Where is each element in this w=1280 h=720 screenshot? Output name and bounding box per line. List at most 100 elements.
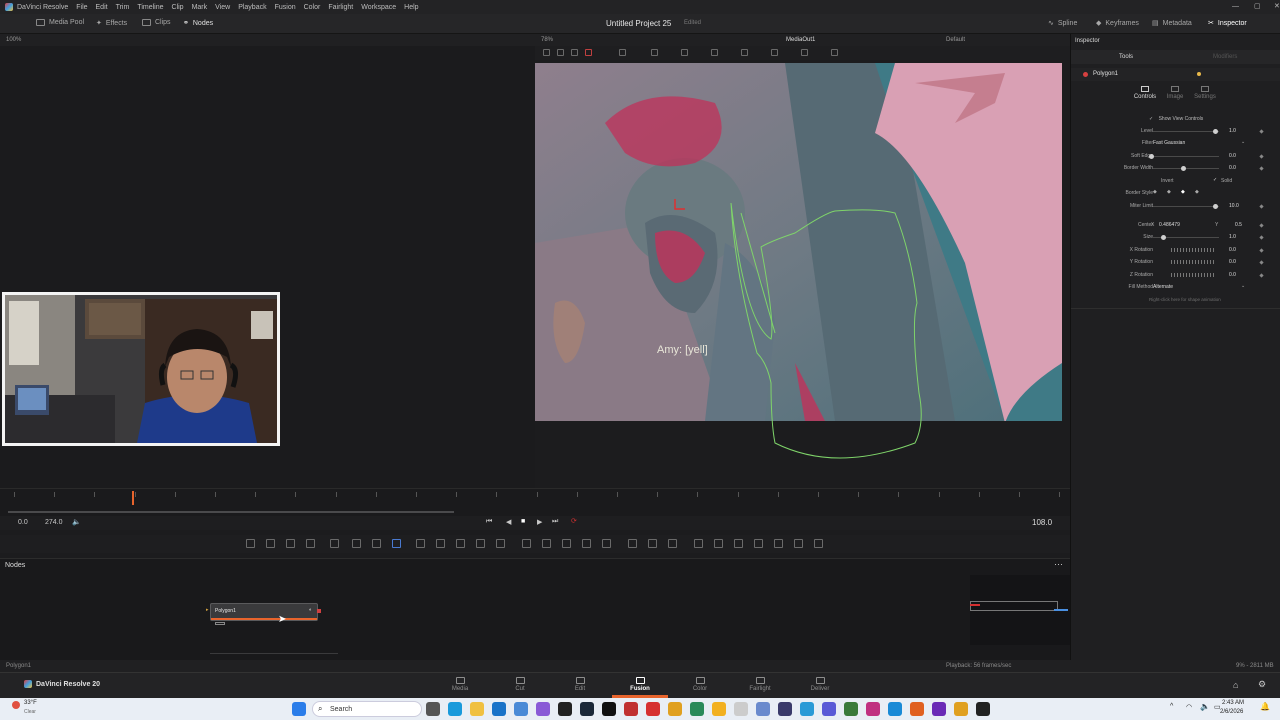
fill-method-select[interactable]: Alternate	[1153, 284, 1173, 290]
y-rotation-keyframe-icon[interactable]	[1259, 260, 1264, 265]
soft-edge-keyframe-icon[interactable]	[1259, 154, 1264, 159]
window-close-icon[interactable]: ✕	[1274, 2, 1280, 10]
image-plane-icon[interactable]	[714, 539, 723, 548]
pointer-tool-icon[interactable]	[557, 49, 564, 56]
tab-modifiers[interactable]: Modifiers	[1213, 54, 1237, 60]
solid-checkbox[interactable]: Solid	[1221, 178, 1232, 184]
replace-material-icon[interactable]	[794, 539, 803, 548]
app-icon-17[interactable]	[800, 702, 814, 716]
border-width-value[interactable]: 0.0	[1229, 165, 1236, 171]
blur-icon[interactable]	[436, 539, 445, 548]
shape-3d-icon[interactable]	[372, 539, 381, 548]
particle-render-icon[interactable]	[352, 539, 361, 548]
app-icon-21[interactable]	[888, 702, 902, 716]
menu-trim[interactable]: Trim	[116, 4, 130, 11]
weather-temp[interactable]: 33°F	[24, 700, 37, 706]
spline-button[interactable]: ∿ Spline	[1048, 19, 1077, 28]
transform-icon[interactable]	[496, 539, 505, 548]
roto-assist-tool-icon[interactable]	[831, 49, 838, 56]
media-pool-button[interactable]: Media Pool	[36, 19, 84, 26]
color-corrector-icon[interactable]	[392, 539, 401, 548]
global-end-value[interactable]: 274.0	[45, 519, 63, 526]
soft-edge-slider-knob[interactable]	[1149, 154, 1154, 159]
center-y-value[interactable]: 0.5	[1235, 222, 1242, 228]
level-slider-knob[interactable]	[1213, 129, 1218, 134]
app-icon-20[interactable]	[866, 702, 880, 716]
page-cut[interactable]: Cut	[500, 677, 540, 692]
center-x-value[interactable]: 0.486479	[1159, 222, 1180, 228]
inspector-subtab-image[interactable]: Image	[1163, 86, 1187, 100]
notification-bell-icon[interactable]: 🔔	[1260, 702, 1270, 711]
miter-limit-value[interactable]: 10.0	[1229, 203, 1239, 209]
bspline-mask-icon[interactable]	[582, 539, 591, 548]
store-icon[interactable]	[492, 702, 506, 716]
filter-select[interactable]: Fast Gaussian	[1153, 140, 1185, 146]
windows-start-icon[interactable]	[292, 702, 306, 716]
border-style-round-icon[interactable]: ◆	[1153, 189, 1157, 195]
invert-checkbox[interactable]: Invert	[1161, 178, 1174, 184]
z-rotation-keyframe-icon[interactable]	[1259, 273, 1264, 278]
size-keyframe-icon[interactable]	[1259, 235, 1264, 240]
border-width-slider-knob[interactable]	[1181, 166, 1186, 171]
lock-points-tool-icon[interactable]	[741, 49, 748, 56]
border-style-extra-icon[interactable]: ◆	[1195, 189, 1199, 195]
rectangle-mask-icon[interactable]	[522, 539, 531, 548]
background-tool-icon[interactable]	[246, 539, 255, 548]
app-icon-24[interactable]	[954, 702, 968, 716]
menu-workspace[interactable]: Workspace	[361, 4, 396, 11]
keyframes-button[interactable]: ◆ Keyframes	[1096, 19, 1139, 28]
node-mask-input-icon[interactable]	[215, 622, 225, 625]
mail-icon[interactable]	[514, 702, 528, 716]
app-icon-16[interactable]	[778, 702, 792, 716]
time-ruler[interactable]	[0, 488, 1070, 516]
level-keyframe-icon[interactable]	[1259, 129, 1264, 134]
size-slider-knob[interactable]	[1161, 235, 1166, 240]
fill-method-chevron-icon[interactable]: ⌄	[1241, 283, 1245, 289]
left-viewer-zoom[interactable]: 100%	[6, 37, 21, 43]
node-view-toggle-icon[interactable]: ◐	[309, 607, 312, 613]
add-point-tool-icon[interactable]	[571, 49, 578, 56]
go-to-end-icon[interactable]: ⏭	[552, 518, 558, 526]
spot-light-icon[interactable]	[774, 539, 783, 548]
light-icon[interactable]	[734, 539, 743, 548]
check-icon[interactable]: ✓	[1213, 177, 1217, 183]
window-minimize-icon[interactable]: —	[1232, 3, 1239, 10]
polygon-mask-outline[interactable]	[535, 63, 1070, 483]
page-color[interactable]: Color	[680, 677, 720, 692]
playhead[interactable]	[132, 491, 134, 505]
brush-tool-icon[interactable]	[306, 539, 315, 548]
delete-point-tool-icon[interactable]	[711, 49, 718, 56]
node-header[interactable]: Polygon1	[1071, 68, 1280, 81]
app-icon-19[interactable]	[844, 702, 858, 716]
right-viewer-zoom[interactable]: 78%	[541, 37, 553, 43]
volume-icon[interactable]: 🔈	[1200, 702, 1210, 711]
inspector-button[interactable]: ✂ Inspector	[1208, 19, 1247, 28]
app-icon-13[interactable]	[712, 702, 726, 716]
linear-tool-icon[interactable]	[651, 49, 658, 56]
nodes-button[interactable]: ⚭ Nodes	[183, 19, 213, 28]
file-explorer-icon[interactable]	[470, 702, 484, 716]
steam-icon[interactable]	[580, 702, 594, 716]
polygon-mask-icon[interactable]	[562, 539, 571, 548]
play-icon[interactable]: ▶	[537, 518, 542, 526]
menu-edit[interactable]: Edit	[96, 4, 108, 11]
border-width-keyframe-icon[interactable]	[1259, 166, 1264, 171]
node-output-square-icon[interactable]	[317, 609, 321, 613]
effects-button[interactable]: ✦ Effects	[96, 19, 127, 28]
fog-icon[interactable]	[754, 539, 763, 548]
chrome-icon[interactable]	[668, 702, 682, 716]
smooth-tool-icon[interactable]	[619, 49, 626, 56]
planar-tracker-icon[interactable]	[628, 539, 637, 548]
clips-button[interactable]: Clips	[142, 19, 171, 26]
select-tool-icon[interactable]	[543, 49, 550, 56]
clock-time[interactable]: 2:43 AM	[1222, 700, 1244, 706]
menu-playback[interactable]: Playback	[238, 4, 266, 11]
inspector-subtab-settings[interactable]: Settings	[1191, 86, 1219, 100]
x-rotation-dial[interactable]	[1171, 248, 1215, 252]
page-edit[interactable]: Edit	[560, 677, 600, 692]
x-rotation-value[interactable]: 0.0	[1229, 247, 1236, 253]
page-deliver[interactable]: Deliver	[800, 677, 840, 692]
menu-timeline[interactable]: Timeline	[137, 4, 163, 11]
current-frame-value[interactable]: 108.0	[1032, 518, 1052, 527]
border-style-bevel-icon[interactable]: ◆	[1167, 189, 1171, 195]
